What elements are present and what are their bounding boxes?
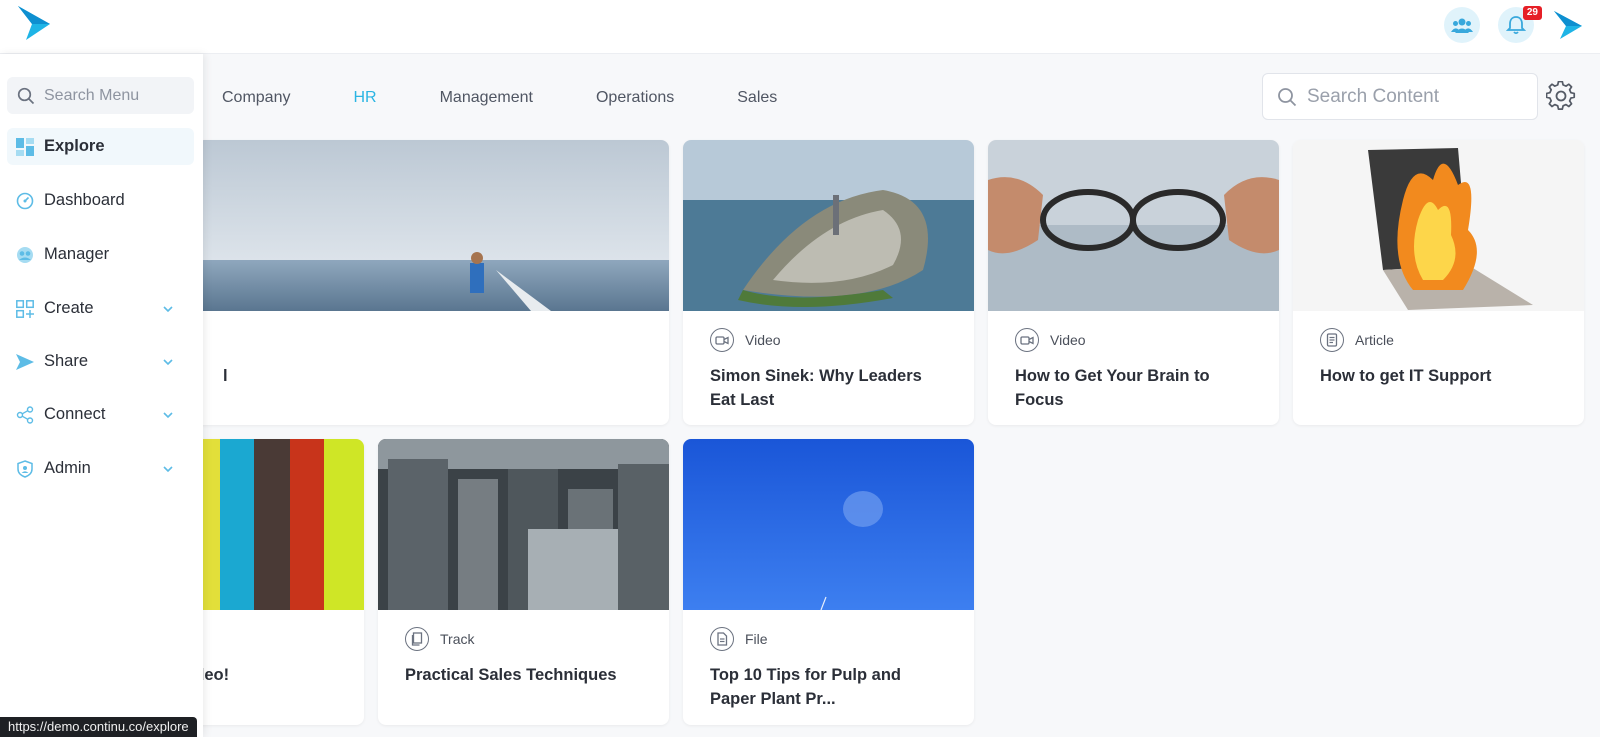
sidebar-item-share[interactable]: Share xyxy=(7,343,194,380)
dashboard-icon xyxy=(15,191,35,211)
search-icon xyxy=(17,87,35,104)
chevron-down-icon[interactable] xyxy=(162,356,174,368)
admin-icon xyxy=(15,459,35,479)
card-thumbnail xyxy=(683,140,974,311)
sidebar-item-label: Create xyxy=(44,299,94,317)
top-bar: 29 xyxy=(0,0,1600,54)
card-type: Article xyxy=(1320,328,1394,352)
card-thumbnail xyxy=(1293,140,1584,311)
card-thumbnail xyxy=(196,140,669,311)
article-icon xyxy=(1320,328,1344,352)
notification-count-badge: 29 xyxy=(1522,6,1542,20)
sidebar-item-label: Explore xyxy=(44,137,105,155)
sidebar-item-label: Manager xyxy=(44,245,110,263)
sidebar-item-dashboard[interactable]: Dashboard xyxy=(7,182,194,219)
content-card[interactable]: l xyxy=(196,140,669,425)
card-thumbnail xyxy=(378,439,669,610)
chevron-down-icon[interactable] xyxy=(162,303,174,315)
content-card[interactable]: Track Practical Sales Techniques xyxy=(378,439,669,725)
gear-icon[interactable] xyxy=(1546,81,1576,111)
tab-operations[interactable]: Operations xyxy=(596,84,674,112)
card-type: Video xyxy=(1015,328,1086,352)
sidebar-item-explore[interactable]: Explore xyxy=(7,128,194,165)
status-url: https://demo.continu.co/explore xyxy=(0,717,197,737)
manager-icon xyxy=(15,245,35,265)
card-thumbnail xyxy=(988,140,1279,311)
card-type: Video xyxy=(710,328,781,352)
sidebar-item-label: Admin xyxy=(44,459,91,477)
tab-hr[interactable]: HR xyxy=(353,84,376,112)
create-icon xyxy=(15,299,35,319)
card-type-label: File xyxy=(745,631,768,647)
sidebar-item-admin[interactable]: Admin xyxy=(7,450,194,487)
card-title: Video! xyxy=(196,666,230,684)
content-search-box[interactable] xyxy=(1262,73,1538,120)
card-type-label: Video xyxy=(745,332,781,348)
sidebar-item-label: Dashboard xyxy=(44,191,125,209)
tab-management[interactable]: Management xyxy=(440,84,533,112)
explore-icon xyxy=(15,137,35,157)
card-thumbnail xyxy=(196,439,364,610)
menu-search-box[interactable] xyxy=(7,77,194,114)
content-card[interactable]: Article How to get IT Support xyxy=(1293,140,1584,425)
sidebar-item-connect[interactable]: Connect xyxy=(7,396,194,433)
video-icon xyxy=(710,328,734,352)
connect-icon xyxy=(15,405,35,425)
share-icon xyxy=(15,352,35,372)
logo-icon[interactable] xyxy=(16,4,52,42)
tab-company[interactable]: Company xyxy=(222,84,290,112)
card-title: Practical Sales Techniques xyxy=(405,666,617,684)
card-type-label: Track xyxy=(440,631,475,647)
brand-icon[interactable] xyxy=(1552,9,1584,41)
category-tabs: Company HR Management Operations Sales xyxy=(222,84,840,112)
card-title: l xyxy=(223,367,228,385)
sidebar-item-create[interactable]: Create xyxy=(7,290,194,327)
track-icon xyxy=(405,627,429,651)
search-content-input[interactable] xyxy=(1307,85,1517,108)
card-thumbnail xyxy=(683,439,974,610)
card-type-label: Video xyxy=(1050,332,1086,348)
team-button[interactable] xyxy=(1444,7,1480,43)
card-type: Track xyxy=(405,627,474,651)
sidebar-item-label: Connect xyxy=(44,405,106,423)
file-icon xyxy=(710,627,734,651)
video-icon xyxy=(1015,328,1039,352)
sidebar-menu: Explore Dashboard Manager Create Share C… xyxy=(0,54,203,737)
card-type: File xyxy=(710,627,768,651)
notifications-button[interactable]: 29 xyxy=(1498,6,1542,43)
card-title: How to Get Your Brain to Focus xyxy=(1015,367,1210,409)
card-type-label: Article xyxy=(1355,332,1394,348)
content-card[interactable]: Video How to Get Your Brain to Focus xyxy=(988,140,1279,425)
menu-search-input[interactable] xyxy=(44,86,184,105)
card-title: Top 10 Tips for Pulp and Paper Plant Pr.… xyxy=(710,666,901,708)
card-title: Simon Sinek: Why Leaders Eat Last xyxy=(710,367,922,409)
search-icon xyxy=(1278,87,1297,106)
content-card[interactable]: Video Simon Sinek: Why Leaders Eat Last xyxy=(683,140,974,425)
card-title: How to get IT Support xyxy=(1320,367,1492,385)
sidebar-item-manager[interactable]: Manager xyxy=(7,236,194,273)
sidebar-item-label: Share xyxy=(44,352,89,370)
chevron-down-icon[interactable] xyxy=(162,409,174,421)
team-icon xyxy=(1451,18,1473,33)
chevron-down-icon[interactable] xyxy=(162,463,174,475)
top-right-actions: 29 xyxy=(1444,6,1584,43)
tab-sales[interactable]: Sales xyxy=(737,84,777,112)
content-card[interactable]: File Top 10 Tips for Pulp and Paper Plan… xyxy=(683,439,974,725)
content-card[interactable]: Video! xyxy=(196,439,364,725)
